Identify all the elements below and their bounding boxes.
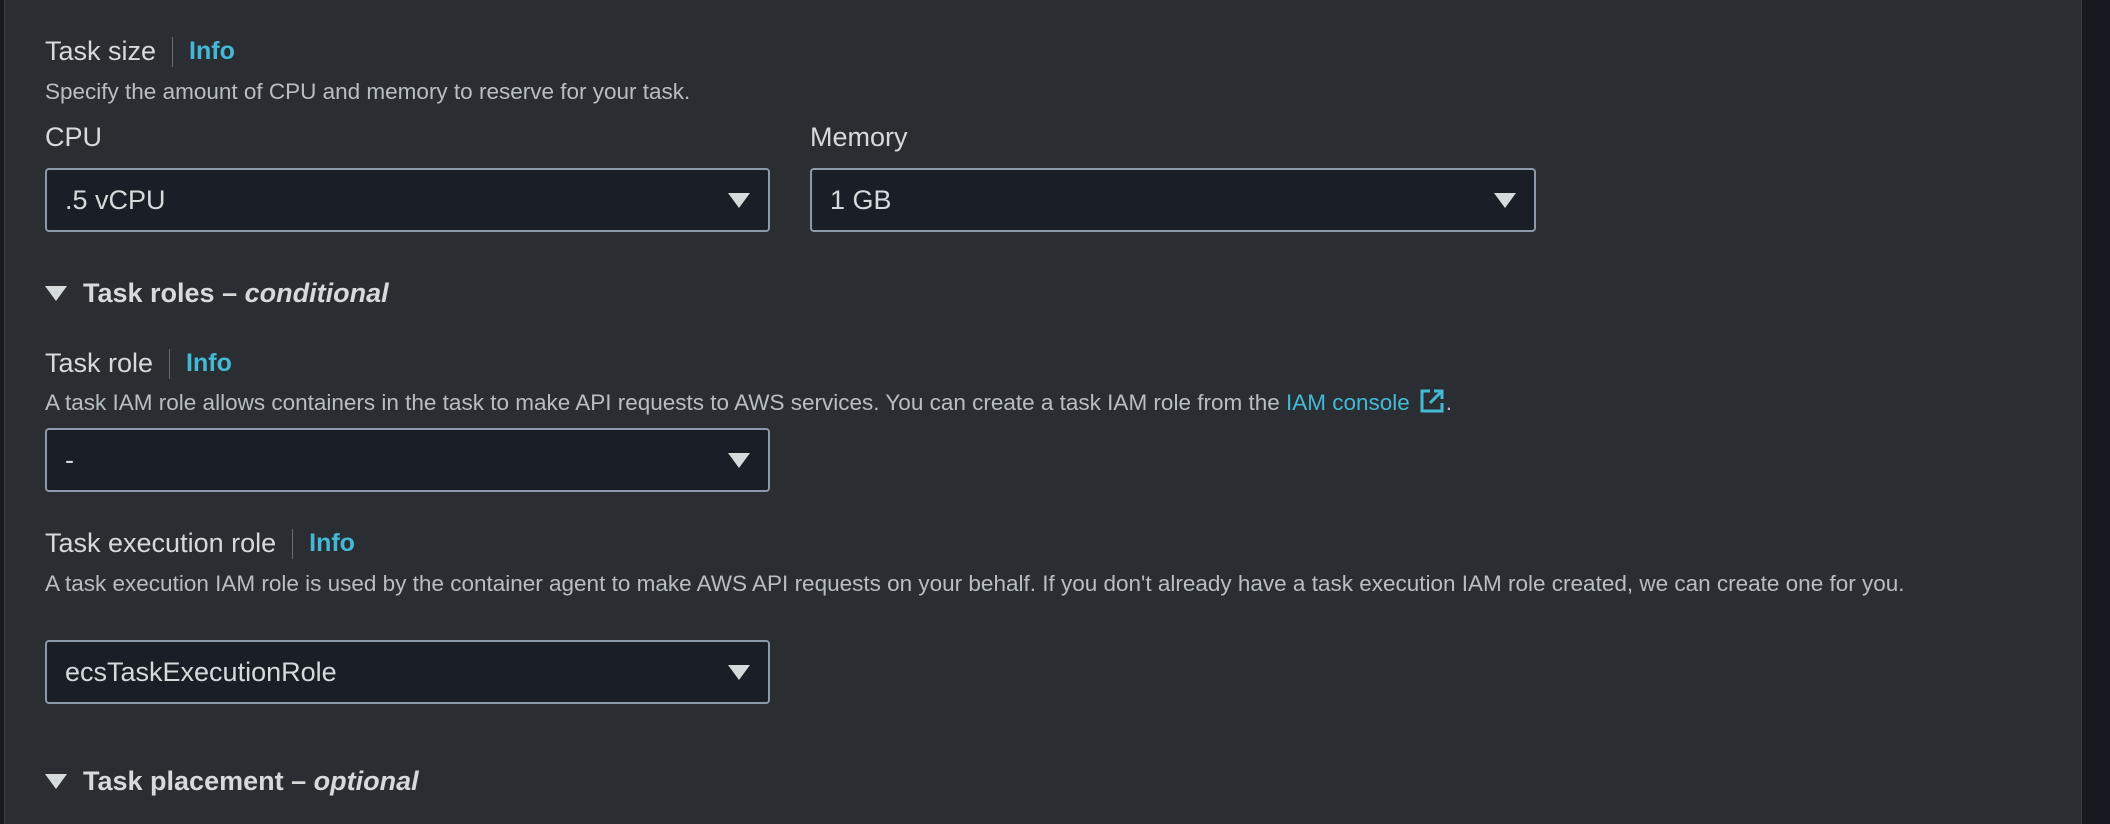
task-size-info-link[interactable]: Info	[189, 37, 235, 66]
task-roles-title: Task roles	[83, 278, 215, 308]
iam-console-link[interactable]: IAM console	[1285, 389, 1446, 415]
task-execution-role-select[interactable]: ecsTaskExecutionRole	[45, 640, 770, 704]
page: Task size Info Specify the amount of CPU…	[0, 0, 2110, 824]
task-role-title: Task role	[45, 348, 154, 378]
external-link-icon	[1420, 389, 1444, 413]
expand-triangle-icon	[45, 286, 67, 301]
task-placement-expander[interactable]: Task placement – optional	[45, 766, 419, 797]
caret-down-icon	[1494, 192, 1516, 208]
cpu-select-value: .5 vCPU	[65, 184, 166, 215]
task-role-description: A task IAM role allows containers in the…	[45, 387, 1452, 419]
info-divider	[169, 348, 171, 379]
caret-down-icon	[728, 192, 750, 208]
task-roles-tag: conditional	[244, 278, 389, 308]
caret-down-icon	[728, 452, 750, 468]
memory-select-value: 1 GB	[830, 184, 892, 215]
task-execution-role-description: A task execution IAM role is used by the…	[45, 571, 1905, 596]
cpu-select[interactable]: .5 vCPU	[45, 168, 770, 232]
task-role-header: Task role Info	[45, 348, 232, 379]
task-execution-role-header: Task execution role Info	[45, 528, 355, 559]
content-panel: Task size Info Specify the amount of CPU…	[4, 0, 2082, 824]
memory-label: Memory	[810, 122, 908, 152]
task-roles-separator: –	[214, 278, 245, 308]
memory-select[interactable]: 1 GB	[810, 168, 1536, 232]
task-role-select-value: -	[65, 444, 74, 475]
task-execution-role-info-link[interactable]: Info	[309, 529, 355, 558]
task-placement-title: Task placement	[83, 766, 284, 796]
task-role-description-prefix: A task IAM role allows containers in the…	[45, 390, 1286, 415]
info-divider	[172, 36, 174, 67]
task-roles-expander[interactable]: Task roles – conditional	[45, 278, 389, 309]
cpu-label: CPU	[45, 122, 103, 152]
task-role-info-link[interactable]: Info	[186, 349, 232, 378]
task-size-header: Task size Info	[45, 36, 235, 67]
task-execution-role-select-value: ecsTaskExecutionRole	[65, 656, 337, 687]
expand-triangle-icon	[45, 774, 67, 789]
task-placement-tag: optional	[313, 766, 419, 796]
task-role-select[interactable]: -	[45, 428, 770, 492]
iam-console-link-text: IAM console	[1285, 390, 1410, 415]
task-size-description: Specify the amount of CPU and memory to …	[45, 79, 691, 104]
task-role-description-suffix: .	[1445, 390, 1453, 415]
task-placement-separator: –	[283, 766, 314, 796]
info-divider	[292, 528, 294, 559]
task-size-title: Task size	[45, 36, 157, 66]
caret-down-icon	[728, 664, 750, 680]
task-execution-role-title: Task execution role	[45, 528, 277, 558]
